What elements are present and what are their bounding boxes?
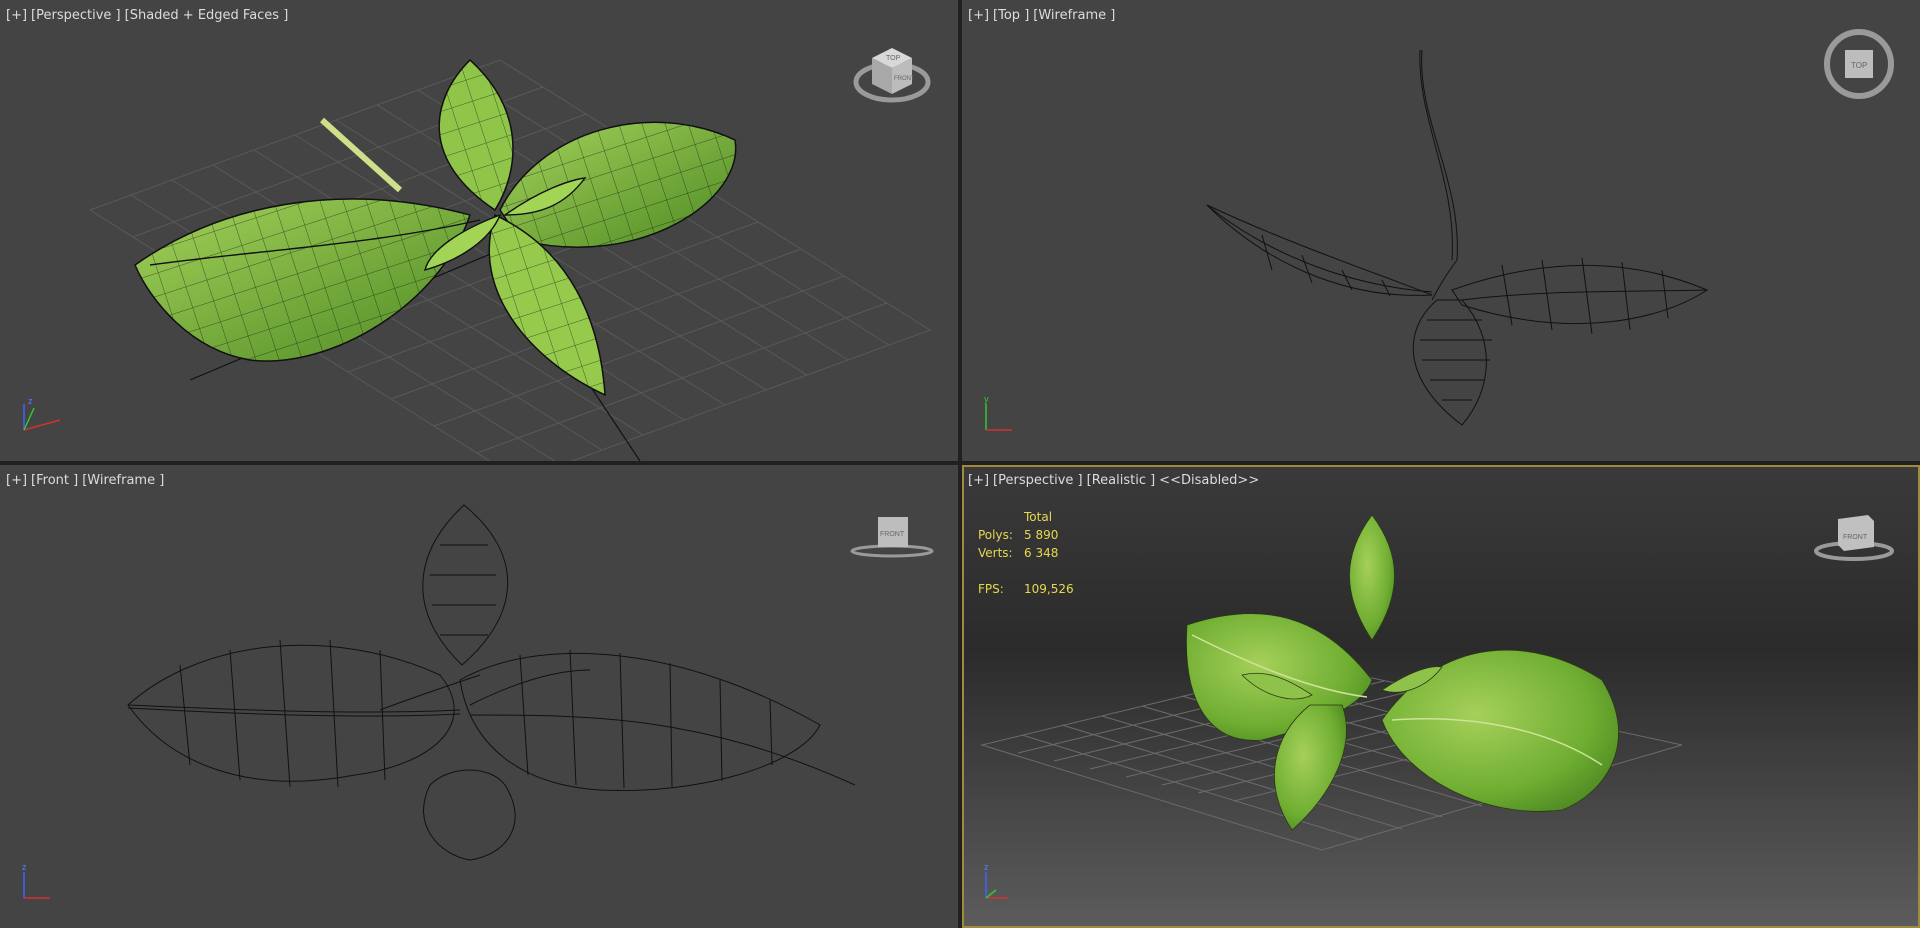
svg-text:z: z	[28, 396, 33, 406]
viewcube-front-face: FRONT	[894, 76, 915, 82]
viewport-label: [+] [Perspective ] [Shaded + Edged Faces ]	[6, 8, 292, 23]
viewport-shading-menu[interactable]: [Realistic ]	[1087, 473, 1156, 488]
viewport-shading-menu[interactable]: [Shaded + Edged Faces ]	[125, 8, 289, 23]
viewcube-top-face: TOP	[1851, 61, 1867, 70]
viewcube-top-face: TOP	[886, 55, 901, 62]
viewcube-realistic[interactable]: FRONT	[1812, 507, 1896, 569]
viewport-plus-menu[interactable]: [+]	[968, 8, 989, 23]
svg-text:y: y	[984, 394, 989, 404]
fps-value: 109,526	[1024, 582, 1074, 596]
axis-tripod: z	[984, 862, 1008, 899]
plant-mesh-shaded[interactable]	[134, 59, 737, 397]
viewcube-front-face: FRONT	[1843, 534, 1868, 541]
viewport-plus-menu[interactable]: [+]	[6, 8, 27, 23]
viewcube-front[interactable]: FRONT	[850, 513, 934, 567]
svg-text:z: z	[22, 862, 27, 872]
viewport-perspective-shaded[interactable]: [+] [Perspective ] [Shaded + Edged Faces ]…	[0, 0, 958, 461]
statistics-overlay: Total Polys: 5 890 Verts: 6 348 FPS: 109,52…	[978, 508, 1074, 598]
viewcube-front-face: FRONT	[880, 531, 905, 538]
viewport-shading-menu[interactable]: [Wireframe ]	[1033, 8, 1115, 23]
viewcube-top[interactable]: TOP	[1819, 24, 1899, 108]
viewport-view-menu[interactable]: [Perspective ]	[993, 473, 1083, 488]
plant-wireframe-front[interactable]	[127, 504, 856, 861]
svg-text:z: z	[984, 862, 989, 872]
viewport-front-wireframe[interactable]: [+] [Front ] [Wireframe ] FRONT z	[0, 465, 958, 928]
verts-value: 6 348	[1024, 546, 1059, 560]
realistic-scene	[980, 514, 1683, 851]
axis-tripod: z	[22, 862, 50, 899]
viewport-top-wireframe[interactable]: [+] [Top ] [Wireframe ] TOP y	[962, 0, 1920, 461]
viewport-plus-menu[interactable]: [+]	[968, 473, 989, 488]
viewport-label: [+] [Perspective ] [Realistic ] <<Disabled>…	[968, 473, 1263, 488]
viewcube-icon: FRONT	[850, 517, 934, 558]
viewport-label: [+] [Top ] [Wireframe ]	[968, 8, 1119, 23]
top-scene	[1206, 49, 1709, 426]
viewcube-perspective[interactable]: TOP FRONT	[850, 38, 932, 116]
viewport-disabled-menu[interactable]: <<Disabled>>	[1159, 473, 1259, 488]
viewport-label: [+] [Front ] [Wireframe ]	[6, 473, 168, 488]
viewcube-icon: TOP	[1824, 29, 1894, 99]
perspective-scene	[88, 59, 932, 461]
axis-tripod: y	[984, 394, 1012, 431]
axis-tripod: z	[23, 396, 61, 431]
stats-header: Total	[1024, 510, 1053, 524]
viewport-layout: [+] [Perspective ] [Shaded + Edged Faces ]…	[0, 0, 1920, 928]
fps-label: FPS:	[978, 582, 1004, 596]
viewport-perspective-realistic[interactable]: [+] [Perspective ] [Realistic ] <<Disabled>…	[962, 465, 1920, 928]
viewport-view-menu[interactable]: [Top ]	[993, 8, 1029, 23]
viewport-view-menu[interactable]: [Perspective ]	[31, 8, 121, 23]
polys-value: 5 890	[1024, 528, 1059, 542]
plant-wireframe-top[interactable]	[1206, 49, 1709, 426]
polys-label: Polys:	[978, 528, 1013, 542]
viewport-view-menu[interactable]: [Front ]	[31, 473, 78, 488]
viewcube-icon: FRONT	[1814, 515, 1894, 561]
viewport-shading-menu[interactable]: [Wireframe ]	[82, 473, 164, 488]
viewcube-icon: TOP FRONT	[853, 48, 931, 103]
viewport-plus-menu[interactable]: [+]	[6, 473, 27, 488]
verts-label: Verts:	[978, 546, 1013, 560]
front-scene	[127, 504, 856, 861]
